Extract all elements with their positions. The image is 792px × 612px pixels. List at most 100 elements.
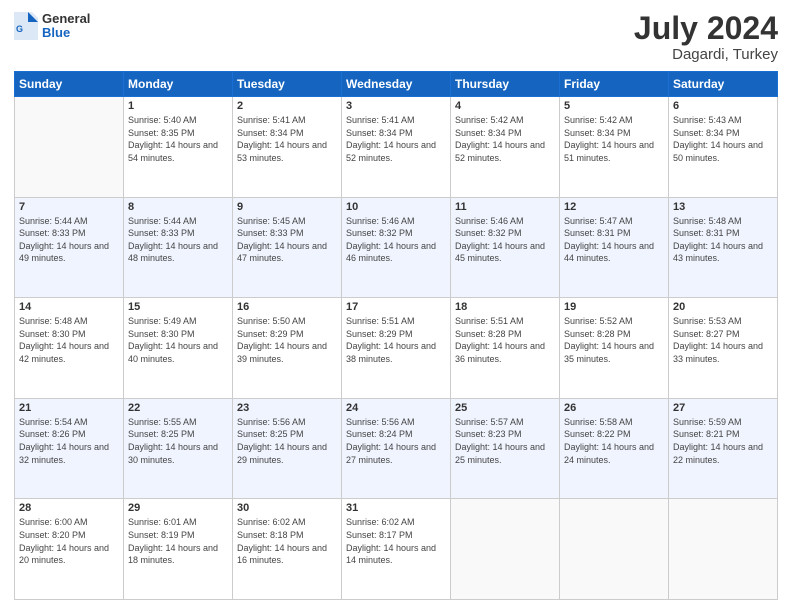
day-number: 14 xyxy=(19,301,119,313)
calendar-cell: 19 Sunrise: 5:52 AMSunset: 8:28 PMDayligh… xyxy=(560,298,669,399)
day-number: 1 xyxy=(128,100,228,112)
calendar-cell: 11 Sunrise: 5:46 AMSunset: 8:32 PMDayligh… xyxy=(451,197,560,298)
calendar-cell: 23Sunrise: 5:56 AMSunset: 8:25 PMDayligh… xyxy=(233,398,342,499)
calendar-cell: 25Sunrise: 5:57 AMSunset: 8:23 PMDayligh… xyxy=(451,398,560,499)
sub-title: Dagardi, Turkey xyxy=(634,46,778,63)
day-number: 24 xyxy=(346,402,446,414)
logo-general-text: General xyxy=(42,12,90,26)
calendar-cell: 9 Sunrise: 5:45 AMSunset: 8:33 PMDaylight… xyxy=(233,197,342,298)
day-number: 10 xyxy=(346,201,446,213)
logo-blue-text: Blue xyxy=(42,26,90,40)
calendar-header-monday: Monday xyxy=(124,72,233,97)
calendar-cell xyxy=(669,499,778,600)
header: G General Blue July 2024 Dagardi, Turkey xyxy=(14,12,778,63)
day-info: Sunrise: 5:41 AMSunset: 8:34 PMDaylight:… xyxy=(346,114,446,164)
day-number: 15 xyxy=(128,301,228,313)
calendar-week-row: 7 Sunrise: 5:44 AMSunset: 8:33 PMDaylight… xyxy=(15,197,778,298)
logo-text: General Blue xyxy=(42,12,90,41)
title-block: July 2024 Dagardi, Turkey xyxy=(634,12,778,63)
day-number: 6 xyxy=(673,100,773,112)
calendar-header-saturday: Saturday xyxy=(669,72,778,97)
day-info: Sunrise: 5:40 AMSunset: 8:35 PMDaylight:… xyxy=(128,114,228,164)
day-number: 19 xyxy=(564,301,664,313)
day-number: 20 xyxy=(673,301,773,313)
calendar-cell: 13 Sunrise: 5:48 AMSunset: 8:31 PMDayligh… xyxy=(669,197,778,298)
calendar-header-wednesday: Wednesday xyxy=(342,72,451,97)
calendar-week-row: 28 Sunrise: 6:00 AMSunset: 8:20 PMDayligh… xyxy=(15,499,778,600)
day-number: 5 xyxy=(564,100,664,112)
day-info: Sunrise: 5:48 AMSunset: 8:31 PMDaylight:… xyxy=(673,215,773,265)
calendar-cell: 31 Sunrise: 6:02 AMSunset: 8:17 PMDayligh… xyxy=(342,499,451,600)
logo-icon: G xyxy=(14,12,38,40)
day-info: Sunrise: 6:01 AMSunset: 8:19 PMDaylight:… xyxy=(128,516,228,566)
calendar-header-row: SundayMondayTuesdayWednesdayThursdayFrid… xyxy=(15,72,778,97)
day-info: Sunrise: 6:00 AMSunset: 8:20 PMDaylight:… xyxy=(19,516,119,566)
day-info: Sunrise: 5:43 AMSunset: 8:34 PMDaylight:… xyxy=(673,114,773,164)
calendar-cell: 14 Sunrise: 5:48 AMSunset: 8:30 PMDayligh… xyxy=(15,298,124,399)
day-number: 21 xyxy=(19,402,119,414)
calendar-week-row: 1 Sunrise: 5:40 AMSunset: 8:35 PMDaylight… xyxy=(15,97,778,198)
day-info: Sunrise: 5:46 AMSunset: 8:32 PMDaylight:… xyxy=(455,215,555,265)
day-number: 13 xyxy=(673,201,773,213)
day-number: 8 xyxy=(128,201,228,213)
calendar-cell: 6 Sunrise: 5:43 AMSunset: 8:34 PMDaylight… xyxy=(669,97,778,198)
day-info: Sunrise: 5:59 AMSunset: 8:21 PMDaylight:… xyxy=(673,416,773,466)
logo: G General Blue xyxy=(14,12,90,41)
day-number: 28 xyxy=(19,502,119,514)
calendar-header-friday: Friday xyxy=(560,72,669,97)
day-number: 23 xyxy=(237,402,337,414)
calendar-week-row: 14 Sunrise: 5:48 AMSunset: 8:30 PMDayligh… xyxy=(15,298,778,399)
calendar-week-row: 21 Sunrise: 5:54 AMSunset: 8:26 PMDayligh… xyxy=(15,398,778,499)
day-info: Sunrise: 5:44 AMSunset: 8:33 PMDaylight:… xyxy=(128,215,228,265)
calendar-cell: 5 Sunrise: 5:42 AMSunset: 8:34 PMDaylight… xyxy=(560,97,669,198)
day-info: Sunrise: 5:42 AMSunset: 8:34 PMDaylight:… xyxy=(455,114,555,164)
day-number: 27 xyxy=(673,402,773,414)
calendar-cell: 2Sunrise: 5:41 AMSunset: 8:34 PMDaylight… xyxy=(233,97,342,198)
day-info: Sunrise: 5:51 AMSunset: 8:28 PMDaylight:… xyxy=(455,315,555,365)
calendar-cell: 28 Sunrise: 6:00 AMSunset: 8:20 PMDayligh… xyxy=(15,499,124,600)
day-info: Sunrise: 5:49 AMSunset: 8:30 PMDaylight:… xyxy=(128,315,228,365)
day-info: Sunrise: 5:48 AMSunset: 8:30 PMDaylight:… xyxy=(19,315,119,365)
calendar-cell: 18 Sunrise: 5:51 AMSunset: 8:28 PMDayligh… xyxy=(451,298,560,399)
calendar-cell: 12 Sunrise: 5:47 AMSunset: 8:31 PMDayligh… xyxy=(560,197,669,298)
day-info: Sunrise: 5:45 AMSunset: 8:33 PMDaylight:… xyxy=(237,215,337,265)
day-info: Sunrise: 5:47 AMSunset: 8:31 PMDaylight:… xyxy=(564,215,664,265)
calendar-cell: 30Sunrise: 6:02 AMSunset: 8:18 PMDayligh… xyxy=(233,499,342,600)
day-info: Sunrise: 5:58 AMSunset: 8:22 PMDaylight:… xyxy=(564,416,664,466)
calendar-header-thursday: Thursday xyxy=(451,72,560,97)
day-info: Sunrise: 6:02 AMSunset: 8:17 PMDaylight:… xyxy=(346,516,446,566)
day-info: Sunrise: 5:57 AMSunset: 8:23 PMDaylight:… xyxy=(455,416,555,466)
calendar-cell: 29Sunrise: 6:01 AMSunset: 8:19 PMDayligh… xyxy=(124,499,233,600)
day-info: Sunrise: 5:56 AMSunset: 8:24 PMDaylight:… xyxy=(346,416,446,466)
day-info: Sunrise: 5:54 AMSunset: 8:26 PMDaylight:… xyxy=(19,416,119,466)
day-info: Sunrise: 5:52 AMSunset: 8:28 PMDaylight:… xyxy=(564,315,664,365)
calendar-cell xyxy=(451,499,560,600)
day-number: 16 xyxy=(237,301,337,313)
day-info: Sunrise: 5:42 AMSunset: 8:34 PMDaylight:… xyxy=(564,114,664,164)
calendar-table: SundayMondayTuesdayWednesdayThursdayFrid… xyxy=(14,71,778,600)
calendar-cell: 8 Sunrise: 5:44 AMSunset: 8:33 PMDaylight… xyxy=(124,197,233,298)
day-number: 22 xyxy=(128,402,228,414)
day-number: 9 xyxy=(237,201,337,213)
day-number: 7 xyxy=(19,201,119,213)
day-number: 4 xyxy=(455,100,555,112)
day-number: 17 xyxy=(346,301,446,313)
day-number: 11 xyxy=(455,201,555,213)
day-number: 12 xyxy=(564,201,664,213)
main-title: July 2024 xyxy=(634,12,778,44)
day-number: 26 xyxy=(564,402,664,414)
calendar-cell: 15 Sunrise: 5:49 AMSunset: 8:30 PMDayligh… xyxy=(124,298,233,399)
day-number: 18 xyxy=(455,301,555,313)
day-number: 31 xyxy=(346,502,446,514)
calendar-cell: 26 Sunrise: 5:58 AMSunset: 8:22 PMDayligh… xyxy=(560,398,669,499)
day-info: Sunrise: 5:44 AMSunset: 8:33 PMDaylight:… xyxy=(19,215,119,265)
calendar-cell: 27 Sunrise: 5:59 AMSunset: 8:21 PMDayligh… xyxy=(669,398,778,499)
calendar-cell: 16Sunrise: 5:50 AMSunset: 8:29 PMDayligh… xyxy=(233,298,342,399)
calendar-cell xyxy=(560,499,669,600)
day-info: Sunrise: 6:02 AMSunset: 8:18 PMDaylight:… xyxy=(237,516,337,566)
calendar-cell: 17 Sunrise: 5:51 AMSunset: 8:29 PMDayligh… xyxy=(342,298,451,399)
calendar-cell: 24 Sunrise: 5:56 AMSunset: 8:24 PMDayligh… xyxy=(342,398,451,499)
day-info: Sunrise: 5:55 AMSunset: 8:25 PMDaylight:… xyxy=(128,416,228,466)
day-info: Sunrise: 5:51 AMSunset: 8:29 PMDaylight:… xyxy=(346,315,446,365)
svg-text:G: G xyxy=(16,24,23,34)
